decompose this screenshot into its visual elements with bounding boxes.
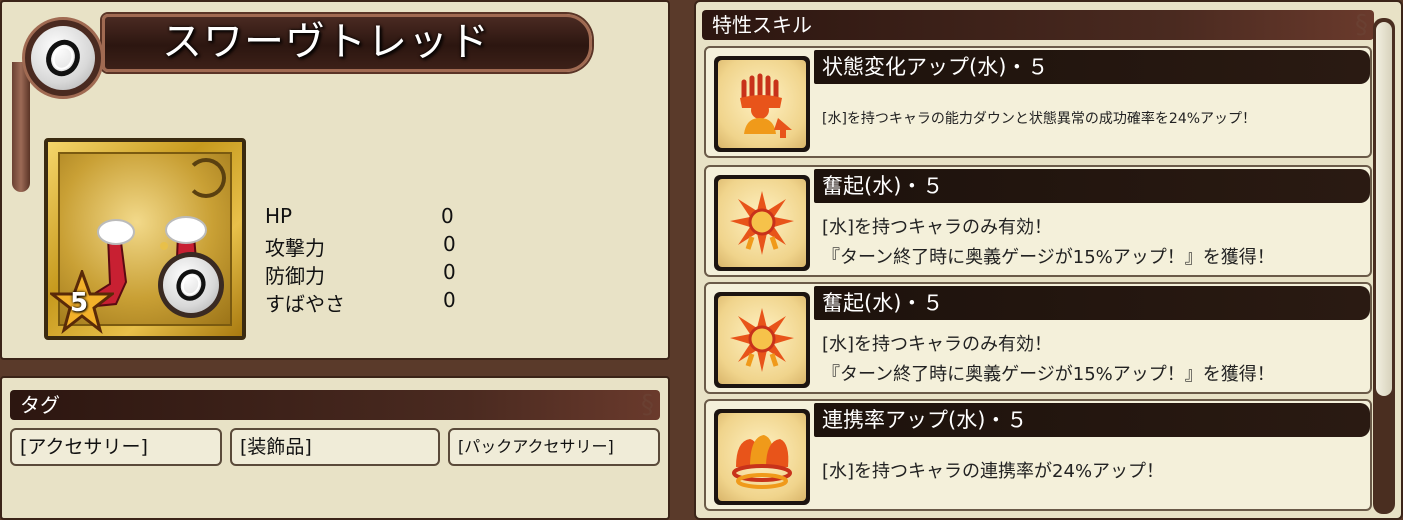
skill-icon-frame — [714, 175, 810, 271]
skill-name: 奮起(水)・５ — [814, 286, 1370, 320]
equipment-name: スワーヴトレッド — [162, 19, 490, 65]
skill-title: 特性スキル — [712, 13, 812, 37]
stat-row-speed: すばやさ 0 — [265, 288, 465, 316]
skill-desc-line: [水]を持つキャラの能力ダウンと状態異常の成功確率を24%アップ！ — [822, 111, 1257, 127]
skill-desc-line: 『ターン終了時に奥義ゲージが15%アップ！』を獲得！ — [822, 247, 1275, 268]
stat-label: 攻撃力 — [265, 236, 325, 260]
skill-description: [水]を持つキャラの能力ダウンと状態異常の成功確率を24%アップ！ — [822, 104, 1362, 134]
tag-ornament[interactable]: [装飾品] — [230, 428, 440, 466]
equipment-card: スワーヴトレッド 5 HP 0 攻撃力 0 防御力 0 すばやさ 0 — [0, 0, 670, 360]
stat-value: 0 — [441, 204, 454, 228]
skill-panel: 特性スキル § 状態変化アップ(水)・５ [水]を持つキャラの能力ダウンと状態異… — [694, 0, 1403, 520]
stat-value: 0 — [443, 288, 456, 312]
skill-desc-line: [水]を持つキャラのみ有効！ — [822, 217, 1053, 238]
curl-ornament-icon: § — [641, 390, 654, 420]
stat-value: 0 — [443, 260, 456, 284]
skill-description: [水]を持つキャラの連携率が24%アップ！ — [822, 457, 1362, 487]
tag-accessory[interactable]: [アクセサリー] — [10, 428, 222, 466]
skill-scrollbar[interactable] — [1373, 18, 1395, 514]
tag-pack-accessory[interactable]: [パックアクセサリー] — [448, 428, 660, 466]
ring-icon — [158, 252, 224, 318]
stat-row-hp: HP 0 — [265, 204, 465, 232]
skill-name: 状態変化アップ(水)・５ — [814, 50, 1370, 84]
frame-ornament — [12, 62, 30, 192]
skill-description: [水]を持つキャラのみ有効！ 『ターン終了時に奥義ゲージが15%アップ！』を獲得… — [822, 330, 1362, 390]
hand-flame-icon — [740, 73, 792, 138]
chain-flame-icon — [732, 435, 792, 489]
skill-card[interactable]: 状態変化アップ(水)・５ [水]を持つキャラの能力ダウンと状態異常の成功確率を2… — [704, 46, 1372, 158]
skill-header: 特性スキル § — [702, 10, 1374, 40]
skill-description: [水]を持つキャラのみ有効！ 『ターン終了時に奥義ゲージが15%アップ！』を獲得… — [822, 213, 1362, 273]
stat-value: 0 — [443, 232, 456, 256]
tag-panel: タグ § [アクセサリー] [装飾品] [パックアクセサリー] — [0, 376, 670, 520]
stat-row-defense: 防御力 0 — [265, 260, 465, 288]
skill-icon-frame — [714, 292, 810, 388]
skill-card[interactable]: 連携率アップ(水)・５ [水]を持つキャラの連携率が24%アップ！ — [704, 399, 1372, 511]
skill-desc-line: 『ターン終了時に奥義ゲージが15%アップ！』を獲得！ — [822, 364, 1275, 385]
rarity-number: 5 — [70, 288, 89, 318]
skill-name: 連携率アップ(水)・５ — [814, 403, 1370, 437]
burst-arrow-icon — [730, 191, 794, 255]
stat-label: すばやさ — [265, 292, 345, 316]
swirl-emblem-icon — [186, 158, 226, 198]
tag-title: タグ — [20, 393, 60, 417]
stat-label: HP — [265, 204, 293, 228]
burst-arrow-icon — [730, 308, 794, 372]
stat-label: 防御力 — [265, 264, 325, 288]
tag-header: タグ § — [10, 390, 660, 420]
skill-desc-line: [水]を持つキャラのみ有効！ — [822, 334, 1053, 355]
skill-card[interactable]: 奮起(水)・５ [水]を持つキャラのみ有効！ 『ターン終了時に奥義ゲージが15%… — [704, 282, 1372, 394]
curl-ornament-icon: § — [1355, 10, 1368, 40]
skill-icon-frame — [714, 409, 810, 505]
ring-icon — [22, 17, 104, 99]
skill-icon-frame — [714, 56, 810, 152]
stat-row-attack: 攻撃力 0 — [265, 232, 465, 260]
skill-card[interactable]: 奮起(水)・５ [水]を持つキャラのみ有効！ 『ターン終了時に奥義ゲージが15%… — [704, 165, 1372, 277]
scrollbar-thumb[interactable] — [1376, 22, 1392, 396]
skill-desc-line: [水]を持つキャラの連携率が24%アップ！ — [822, 461, 1165, 482]
stats-list: HP 0 攻撃力 0 防御力 0 すばやさ 0 — [265, 204, 465, 316]
item-portrait[interactable]: 5 — [44, 138, 246, 340]
skill-name: 奮起(水)・５ — [814, 169, 1370, 203]
